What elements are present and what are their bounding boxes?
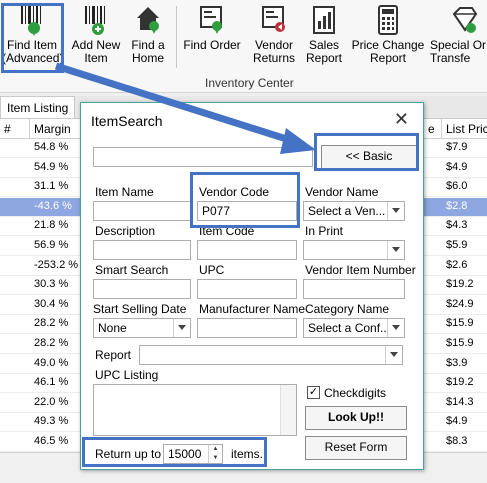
tutorial-arrow [54,62,316,154]
chevron-down-icon [178,325,186,330]
chevron-down-icon [392,325,400,330]
chevron-down-icon [392,247,400,252]
chevron-down-icon [390,352,398,357]
chevron-down-icon [392,208,400,213]
